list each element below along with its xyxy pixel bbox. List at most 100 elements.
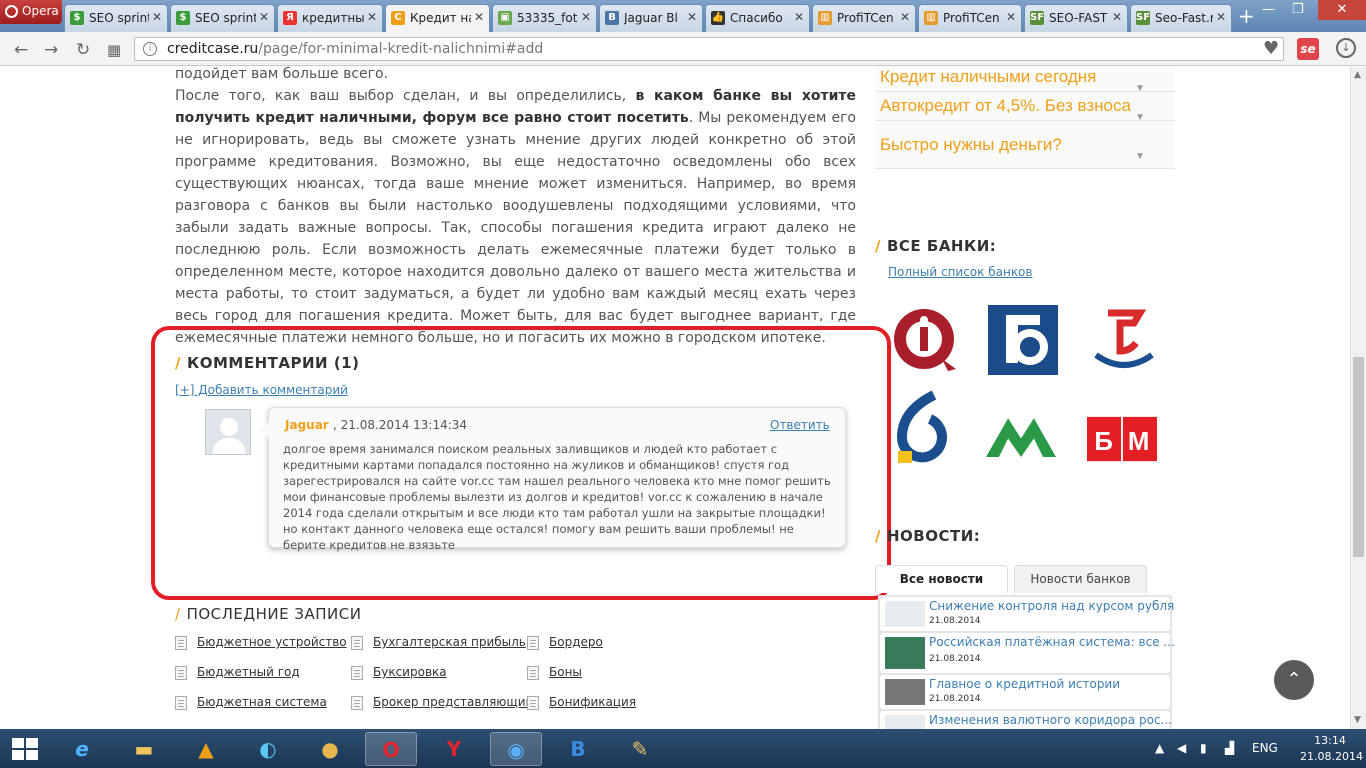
back-arrow-icon[interactable]: ← — [14, 40, 28, 60]
comment-author[interactable]: Jaguar — [285, 418, 329, 432]
opera-logo-icon — [5, 5, 18, 18]
bank-logo-red-i[interactable] — [890, 303, 960, 375]
bank-logo-bm[interactable]: БМ — [1087, 403, 1157, 475]
tab-favicon-icon: Я — [283, 11, 297, 25]
bookmark-heart-icon[interactable]: ♥ — [1263, 38, 1279, 59]
tab-label: ProfiTCen — [837, 11, 894, 25]
browser-tab[interactable]: SF Seo-Fast.r ✕ — [1130, 4, 1232, 32]
browser-tab[interactable]: $ SEO sprint ✕ — [170, 4, 275, 32]
tab-close-icon[interactable]: ✕ — [1006, 10, 1016, 24]
latest-post-link[interactable]: Буксировка — [351, 665, 447, 680]
news-list: Снижение контроля над курсом рубля 21.08.… — [878, 595, 1175, 729]
all-banks-link[interactable]: Полный список банков — [888, 265, 1032, 279]
browser-tab[interactable]: $ SEO sprint ✕ — [64, 4, 168, 32]
news-item-title[interactable]: Снижение контроля над курсом рубля — [929, 599, 1174, 613]
scroll-up-arrow-icon[interactable]: ▲ — [1354, 70, 1361, 80]
bank-logo-red-v[interactable] — [1090, 303, 1160, 375]
browser-tab[interactable]: B Jaguar Bl ✕ — [599, 4, 703, 32]
minimize-window-icon[interactable]: — — [1262, 2, 1275, 17]
browser-tab[interactable]: C Кредит на ✕ — [385, 4, 490, 33]
bank-logo-blue-6[interactable] — [890, 391, 960, 463]
volume-icon[interactable]: ◀ — [1177, 741, 1186, 755]
news-item[interactable]: Российская платёжная система: все ... 21.… — [880, 633, 1175, 673]
tab-close-icon[interactable]: ✕ — [1112, 10, 1122, 24]
tab-label: SEO sprint — [195, 11, 256, 25]
latest-post-link[interactable]: Брокер представляющий — [351, 695, 533, 710]
accordion-item[interactable]: Быстро нужны деньги? ▼ — [875, 121, 1175, 169]
tab-close-icon[interactable]: ✕ — [581, 10, 591, 24]
scroll-down-arrow-icon[interactable]: ▼ — [1354, 715, 1361, 725]
start-button[interactable] — [12, 738, 38, 760]
network-icon[interactable]: ▟ — [1225, 741, 1234, 755]
tab-close-icon[interactable]: ✕ — [152, 10, 162, 24]
news-item[interactable]: Главное о кредитной истории 21.08.2014 — [880, 675, 1170, 709]
tab-close-icon[interactable]: ✕ — [1216, 10, 1226, 24]
browser-tab[interactable]: SF SEO-FAST ✕ — [1024, 4, 1128, 32]
news-item-title[interactable]: Главное о кредитной истории — [929, 677, 1120, 691]
latest-post-link[interactable]: Бонификация — [527, 695, 636, 710]
news-item-date: 21.08.2014 — [929, 616, 981, 626]
opera-menu-button[interactable]: Opera — [0, 0, 62, 24]
new-tab-plus-icon[interactable]: + — [1238, 4, 1255, 28]
opera-taskbar-icon[interactable]: O — [365, 732, 417, 766]
news-item-title[interactable]: Изменения валютного коридора рос... — [929, 713, 1172, 727]
tab-close-icon[interactable]: ✕ — [367, 10, 377, 24]
latest-post-label: Бордеро — [549, 635, 603, 649]
browser-tab[interactable]: ▥ ProfiTCen ✕ — [918, 4, 1022, 32]
download-icon[interactable]: ↓ — [1336, 38, 1356, 58]
url-input[interactable]: i creditcase.ru/page/for-minimal-kredit-… — [134, 37, 1284, 61]
latest-post-link[interactable]: Боны — [527, 665, 582, 680]
file-explorer-icon[interactable]: ▬ — [118, 732, 170, 766]
add-comment-link[interactable]: [+] Добавить комментарий — [175, 383, 348, 397]
svg-text:Б: Б — [1094, 428, 1113, 456]
news-item[interactable]: Изменения валютного коридора рос... — [880, 711, 1172, 729]
tab-favicon-icon: SF — [1030, 11, 1045, 25]
scrollbar-thumb[interactable] — [1353, 357, 1364, 557]
browser-tab[interactable]: Якредитны ✕ — [277, 4, 383, 32]
media-app-icon[interactable]: ▲ — [180, 732, 232, 766]
media-player-icon[interactable]: ◉ — [490, 732, 542, 766]
news-item[interactable]: Снижение контроля над курсом рубля 21.08.… — [880, 597, 1174, 631]
accordion-item[interactable]: Кредит наличными сегодня ▼ — [875, 67, 1175, 94]
tab-close-icon[interactable]: ✕ — [474, 10, 484, 24]
bank-logo-green-m[interactable] — [986, 397, 1056, 469]
tab-bank-news[interactable]: Новости банков — [1014, 565, 1147, 593]
b-app-icon[interactable]: B — [552, 732, 604, 766]
reply-link[interactable]: Ответить — [770, 418, 830, 432]
tab-close-icon[interactable]: ✕ — [900, 10, 910, 24]
accordion-item[interactable]: Автокредит от 4,5%. Без взноса ▼ — [875, 92, 1175, 123]
forward-arrow-icon[interactable]: → — [44, 40, 58, 60]
tab-close-icon[interactable]: ✕ — [259, 10, 269, 24]
bank-logo-blue-b[interactable] — [988, 303, 1058, 375]
speed-dial-grid-icon[interactable]: ▦ — [107, 41, 121, 59]
restore-window-icon[interactable]: ❐ — [1292, 2, 1304, 17]
tab-close-icon[interactable]: ✕ — [794, 10, 804, 24]
latest-post-link[interactable]: Бюджетный год — [175, 665, 300, 680]
colorful-app-icon[interactable]: ● — [304, 732, 356, 766]
system-clock[interactable]: 13:14 21.08.2014 — [1300, 733, 1363, 765]
internet-app-icon[interactable]: ◐ — [242, 732, 294, 766]
internet-explorer-icon[interactable]: e — [56, 732, 108, 766]
browser-tab[interactable]: ▥ ProfiTCen ✕ — [812, 4, 916, 32]
latest-post-link[interactable]: Бюджетная система — [175, 695, 327, 710]
reload-icon[interactable]: ↻ — [76, 40, 90, 60]
close-window-icon[interactable]: ✕ — [1318, 0, 1366, 20]
tab-close-icon[interactable]: ✕ — [687, 10, 697, 24]
tray-expand-icon[interactable]: ▲ — [1155, 741, 1164, 755]
browser-tab[interactable]: ▣ 53335_fot ✕ — [492, 4, 597, 32]
seo-extension-button[interactable]: se — [1297, 38, 1319, 60]
browser-tab[interactable]: 👍 Спасибо ✕ — [705, 4, 810, 32]
news-item-title[interactable]: Российская платёжная система: все ... — [929, 635, 1175, 649]
latest-post-link[interactable]: Бухгалтерская прибыль — [351, 635, 526, 650]
document-icon — [527, 666, 539, 680]
latest-post-link[interactable]: Бюджетное устройство — [175, 635, 347, 650]
yandex-browser-icon[interactable]: Y — [428, 732, 480, 766]
latest-post-link[interactable]: Бордеро — [527, 635, 603, 650]
page-scrollbar[interactable]: ▲ ▼ — [1350, 67, 1366, 729]
scroll-to-top-button[interactable]: ⌃ — [1274, 660, 1314, 700]
battery-icon[interactable]: ▮ — [1200, 741, 1207, 755]
paint-icon[interactable]: ✎ — [614, 732, 666, 766]
language-indicator[interactable]: ENG — [1252, 741, 1278, 755]
site-info-icon[interactable]: i — [143, 42, 157, 56]
tab-all-news[interactable]: Все новости — [875, 565, 1008, 593]
